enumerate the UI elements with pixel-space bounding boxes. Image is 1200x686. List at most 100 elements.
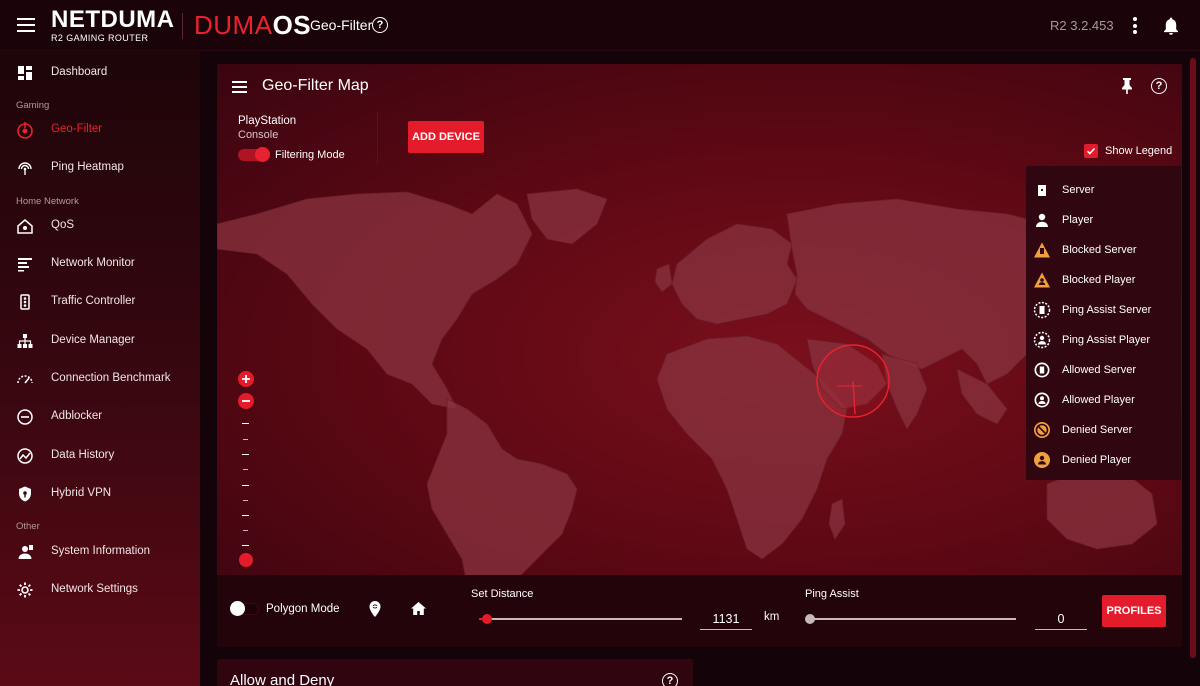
ping-assist-slider-knob[interactable] xyxy=(805,614,815,624)
card-help-icon[interactable]: ? xyxy=(1151,78,1167,94)
card-header: Geo-Filter Map ? xyxy=(217,64,1182,110)
polygon-mode-toggle[interactable] xyxy=(230,601,259,616)
legend-item: Player xyxy=(1026,206,1181,236)
traffic-controller-icon xyxy=(20,294,30,310)
brand-main-text: NETDUMA xyxy=(51,6,175,33)
dashboard-icon xyxy=(18,66,32,80)
sidebar-item-data-history[interactable]: Data History xyxy=(0,441,200,471)
sidebar-item-label: Device Manager xyxy=(51,334,135,346)
sidebar-item-traffic-controller[interactable]: Traffic Controller xyxy=(0,287,200,317)
sidebar-item-connection-benchmark[interactable]: Connection Benchmark xyxy=(0,364,200,394)
adblocker-icon xyxy=(17,409,33,425)
show-legend-checkbox[interactable]: Show Legend xyxy=(1084,144,1172,158)
duma-os-logo: DUMAOS xyxy=(194,11,311,39)
top-bar: NETDUMA R2 GAMING ROUTER DUMAOS Geo-Filt… xyxy=(0,0,1200,51)
page-title: Geo-Filter xyxy=(310,17,373,33)
distance-unit: km xyxy=(764,611,780,623)
legend-item: Blocked Server xyxy=(1026,236,1181,266)
brand-divider xyxy=(182,13,183,39)
allow-deny-card: Allow and Deny ? xyxy=(217,659,693,686)
legend-item: Ping Assist Server xyxy=(1026,296,1181,326)
hybrid-vpn-icon xyxy=(19,486,31,502)
sidebar-item-network-settings[interactable]: Network Settings xyxy=(0,575,200,605)
sidebar-item-device-manager[interactable]: Device Manager xyxy=(0,326,200,356)
add-device-button[interactable]: ADD DEVICE xyxy=(408,121,484,153)
more-options-icon[interactable] xyxy=(1133,17,1137,37)
sidebar-item-hybrid-vpn[interactable]: Hybrid VPN xyxy=(0,479,200,509)
zoom-tick xyxy=(243,530,248,531)
filtering-mode-toggle[interactable] xyxy=(238,147,270,162)
filtering-mode-row: Filtering Mode xyxy=(238,147,345,162)
ping-heatmap-icon xyxy=(18,162,32,175)
sidebar-item-label: Ping Heatmap xyxy=(51,161,124,173)
geo-filter-icon xyxy=(17,122,33,139)
legend-label: Allowed Server xyxy=(1062,364,1136,376)
data-history-icon xyxy=(17,448,33,464)
os-logo-os: OS xyxy=(272,10,312,40)
help-icon[interactable]: ? xyxy=(372,17,388,33)
location-pin-icon[interactable] xyxy=(368,600,382,618)
card-menu-icon[interactable] xyxy=(232,81,247,96)
os-logo-duma: DUMA xyxy=(194,10,273,40)
sidebar-item-network-monitor[interactable]: Network Monitor xyxy=(0,249,200,279)
denied-player-icon xyxy=(1034,452,1050,468)
distance-slider-knob[interactable] xyxy=(482,614,492,624)
plus-icon xyxy=(242,375,250,383)
sidebar-item-system-information[interactable]: System Information xyxy=(0,537,200,567)
zoom-tick xyxy=(242,485,249,486)
device-name: PlayStation xyxy=(238,115,297,127)
home-icon[interactable] xyxy=(410,601,427,616)
allow-deny-title: Allow and Deny xyxy=(230,672,335,686)
menu-icon[interactable] xyxy=(17,18,35,32)
device-selector[interactable]: PlayStation Console xyxy=(238,115,296,141)
legend-label: Blocked Server xyxy=(1062,244,1137,256)
sidebar-item-label: Traffic Controller xyxy=(51,295,136,307)
ping-assist-input[interactable] xyxy=(1035,608,1087,630)
sidebar-item-dashboard[interactable]: Dashboard xyxy=(0,58,200,88)
ping-assist-player-icon xyxy=(1033,331,1051,349)
device-divider xyxy=(377,112,378,164)
distance-input[interactable] xyxy=(700,608,752,630)
sidebar-item-geo-filter[interactable]: Geo-Filter xyxy=(0,115,200,145)
profiles-button[interactable]: PROFILES xyxy=(1102,595,1166,627)
zoom-in-button[interactable] xyxy=(238,371,254,387)
allow-deny-help-icon[interactable]: ? xyxy=(662,673,678,686)
legend-label: Player xyxy=(1062,214,1094,226)
distance-slider-track xyxy=(487,618,682,620)
blocked-player-icon xyxy=(1034,272,1050,288)
zoom-out-button[interactable] xyxy=(238,393,254,409)
minus-icon xyxy=(242,400,250,402)
legend-label: Server xyxy=(1062,184,1095,196)
section-other: Other xyxy=(16,521,40,532)
sidebar-item-label: Hybrid VPN xyxy=(51,487,112,499)
sidebar-item-label: Connection Benchmark xyxy=(51,372,171,384)
legend-label: Blocked Player xyxy=(1062,274,1136,286)
ping-assist-label: Ping Assist xyxy=(805,588,859,600)
blocked-server-icon xyxy=(1034,242,1050,258)
pin-icon[interactable] xyxy=(1120,77,1134,95)
filtering-mode-label: Filtering Mode xyxy=(275,149,345,161)
set-distance-label: Set Distance xyxy=(471,588,534,600)
allowed-server-icon xyxy=(1034,362,1050,378)
show-legend-label: Show Legend xyxy=(1105,145,1173,157)
sidebar-item-label: Data History xyxy=(51,449,115,461)
notifications-bell-icon[interactable] xyxy=(1162,16,1180,36)
sidebar-item-ping-heatmap[interactable]: Ping Heatmap xyxy=(0,153,200,183)
zoom-slider-knob[interactable] xyxy=(239,553,253,567)
zoom-tick xyxy=(242,515,249,516)
zoom-tick xyxy=(242,545,249,546)
device-manager-icon xyxy=(17,334,33,348)
sidebar-item-qos[interactable]: QoS xyxy=(0,211,200,241)
sidebar-item-adblocker[interactable]: Adblocker xyxy=(0,402,200,432)
connection-benchmark-icon xyxy=(17,375,33,384)
server-icon xyxy=(1038,185,1046,196)
geo-filter-card: Geo-Filter Map ? PlayStation Console Fil… xyxy=(217,64,1182,647)
sidebar-item-label: Network Settings xyxy=(51,583,138,595)
page-scrollbar[interactable] xyxy=(1190,58,1196,658)
section-gaming: Gaming xyxy=(16,100,50,111)
sidebar-item-label: Dashboard xyxy=(51,66,108,78)
allowed-player-icon xyxy=(1034,392,1050,408)
firmware-version: R2 3.2.453 xyxy=(1050,18,1114,33)
legend-label: Ping Assist Server xyxy=(1062,304,1152,316)
section-home-network: Home Network xyxy=(16,196,79,207)
